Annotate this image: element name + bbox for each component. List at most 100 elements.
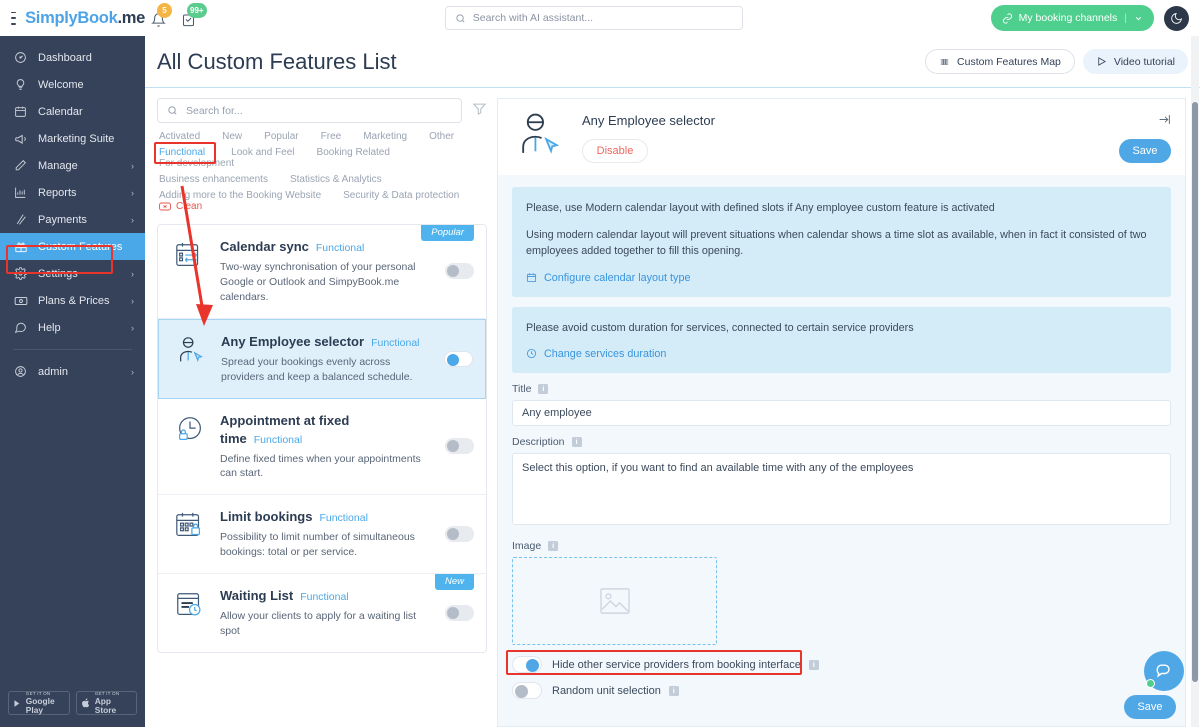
sidebar-item-welcome[interactable]: Welcome [0, 71, 145, 98]
hamburger-icon[interactable] [11, 11, 17, 25]
disable-button[interactable]: Disable [582, 139, 648, 163]
filter-tag-row: Activated New Popular Free Marketing Oth… [159, 131, 487, 142]
sidebar-item-marketing-suite[interactable]: Marketing Suite [0, 125, 145, 152]
sidebar-item-manage[interactable]: Manage › [0, 152, 145, 179]
feature-title: Calendar sync [220, 239, 309, 254]
video-tutorial-button[interactable]: Video tutorial [1082, 49, 1188, 74]
save-button-top[interactable]: Save [1119, 139, 1171, 163]
feature-card-appointment-at-fixed-time[interactable]: Appointment at fixed time Functional Defi… [158, 399, 486, 496]
notice-link-label: Change services duration [544, 347, 667, 360]
random-unit-selection-label-row: Random unit selection i [552, 685, 679, 697]
sidebar-item-help[interactable]: Help › [0, 314, 145, 341]
feature-toggle[interactable] [445, 438, 474, 455]
filter-tag-booking-related[interactable]: Booking Related [317, 147, 390, 158]
calendar-sync-icon [171, 238, 209, 272]
ai-search-placeholder: Search with AI assistant... [472, 12, 594, 24]
image-dropzone[interactable] [512, 556, 717, 645]
scrollbar-thumb[interactable] [1192, 102, 1198, 682]
notifications-bell-button[interactable]: 5 [149, 3, 172, 28]
brand-prefix: S [25, 8, 36, 27]
app-store-badge[interactable]: GET IT ON App Store [75, 691, 137, 715]
app-store-badges: GET IT ON Google Play GET IT ON App Stor… [0, 691, 145, 727]
brand-logo[interactable]: SimplyBook.me [25, 9, 145, 28]
feature-description: Allow your clients to apply for a waitin… [220, 610, 417, 638]
detail-title: Any Employee selector [582, 113, 715, 128]
top-search-wrapper: Search with AI assistant... [197, 6, 991, 30]
filter-tag-functional[interactable]: Functional [159, 147, 205, 158]
switch-knob [515, 685, 528, 699]
random-unit-selection-switch[interactable] [512, 682, 542, 700]
switch-label: Hide other service providers from bookin… [552, 658, 801, 671]
collapse-panel-icon[interactable] [1158, 113, 1171, 129]
features-search-input[interactable]: Search for... [157, 98, 462, 123]
filter-tag-for-development[interactable]: For development [159, 158, 234, 169]
filter-tag-look-and-feel[interactable]: Look and Feel [231, 147, 294, 158]
filter-tag-new[interactable]: New [222, 131, 242, 142]
feature-toggle[interactable] [445, 263, 474, 280]
filter-tag-other[interactable]: Other [429, 131, 454, 142]
features-search-placeholder: Search for... [186, 104, 243, 117]
feature-card-text: Calendar sync Functional Two-way synchron… [220, 238, 434, 305]
feature-card-any-employee-selector[interactable]: Any Employee selector Functional Spread y… [158, 318, 486, 399]
filter-tag-free[interactable]: Free [321, 131, 342, 142]
employee-selector-icon [512, 109, 568, 163]
filter-tag-popular[interactable]: Popular [264, 131, 298, 142]
filter-tag-adding-more-booking-website[interactable]: Adding more to the Booking Website [159, 190, 321, 201]
sidebar-item-settings[interactable]: Settings › [0, 260, 145, 287]
info-icon[interactable]: i [571, 436, 582, 447]
play-icon [1098, 57, 1106, 66]
sidebar-item-payments[interactable]: Payments › [0, 206, 145, 233]
feature-toggle[interactable] [444, 350, 473, 367]
top-bar-actions: My booking channels | [990, 5, 1200, 31]
info-icon[interactable]: i [548, 540, 559, 551]
title-input[interactable] [512, 399, 1171, 426]
title-field-group: Title i [512, 383, 1171, 426]
sidebar-item-dashboard[interactable]: Dashboard [0, 44, 145, 71]
custom-features-map-button[interactable]: Custom Features Map [925, 49, 1075, 74]
filter-tag-activated[interactable]: Activated [159, 131, 200, 142]
my-booking-channels-button[interactable]: My booking channels | [990, 5, 1154, 31]
filter-tag-business-enhancements[interactable]: Business enhancements [159, 174, 268, 185]
feature-toggle[interactable] [445, 605, 474, 622]
google-play-badge[interactable]: GET IT ON Google Play [8, 691, 70, 715]
filter-tag-security-data-protection[interactable]: Security & Data protection [343, 190, 459, 201]
change-services-duration-link[interactable]: Change services duration [526, 348, 1157, 360]
sidebar-item-custom-features[interactable]: Custom Features [0, 233, 145, 260]
feature-card-text: Limit bookings Functional Possibility to … [220, 508, 434, 560]
feature-card-calendar-sync[interactable]: Popular Calendar sync Functional Two-way… [158, 225, 486, 319]
save-button-floating[interactable]: Save [1124, 695, 1176, 719]
funnel-icon[interactable] [472, 101, 487, 121]
clear-filters-button[interactable]: Clean [159, 201, 202, 212]
feature-toggle[interactable] [445, 526, 474, 543]
chat-support-button[interactable] [1144, 651, 1184, 691]
info-icon[interactable]: i [808, 659, 819, 670]
info-icon[interactable]: i [668, 685, 679, 696]
description-textarea[interactable]: Select this option, if you want to find … [512, 452, 1171, 525]
configure-calendar-layout-link[interactable]: Configure calendar layout type [526, 272, 1157, 284]
info-icon[interactable]: i [538, 383, 549, 394]
filter-tag-marketing[interactable]: Marketing [363, 131, 407, 142]
sidebar-item-calendar[interactable]: Calendar [0, 98, 145, 125]
gift-icon [13, 240, 28, 254]
detail-header-body: Any Employee selector Disable [582, 109, 1171, 163]
feature-card-limit-bookings[interactable]: Limit bookings Functional Possibility to … [158, 495, 486, 575]
sidebar-item-plans-and-prices[interactable]: Plans & Prices › [0, 287, 145, 314]
feature-card-waiting-list[interactable]: New Waiting List Functional Allow your c… [158, 574, 486, 652]
calendar-icon [526, 273, 537, 283]
sidebar-item-admin[interactable]: admin › [0, 358, 145, 385]
filter-tag-statistics-analytics[interactable]: Statistics & Analytics [290, 174, 382, 185]
filter-tag-row: Business enhancements Statistics & Analy… [159, 174, 487, 185]
page-scrollbar[interactable] [1191, 36, 1199, 727]
tasks-button[interactable]: 99+ [179, 3, 207, 28]
image-field-label: Image [512, 539, 542, 552]
sidebar-item-reports[interactable]: Reports › [0, 179, 145, 206]
feature-card-text: Waiting List Functional Allow your client… [220, 587, 434, 639]
hide-other-providers-switch[interactable] [512, 656, 542, 674]
map-grid-icon [940, 58, 949, 65]
ai-search-bar[interactable]: Search with AI assistant... [444, 6, 743, 30]
feature-title: Any Employee selector [221, 333, 365, 349]
chevron-down-icon[interactable] [1134, 14, 1143, 23]
apple-icon [81, 698, 89, 708]
dark-mode-toggle-button[interactable] [1164, 5, 1189, 31]
features-card-list: Popular Calendar sync Functional Two-way… [157, 224, 487, 653]
